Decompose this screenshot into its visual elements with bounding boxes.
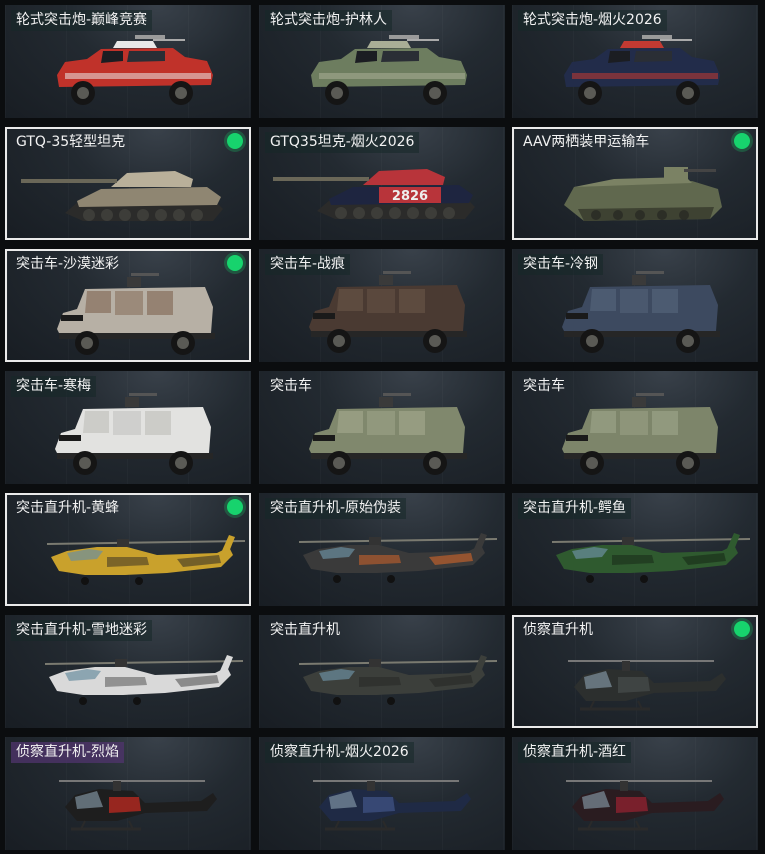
vehicle-skin-name: 突击直升机 (270, 622, 340, 638)
vehicle-skin-card[interactable]: AAV两栖装甲运输车 (512, 127, 758, 240)
svg-text:2826: 2826 (392, 189, 428, 204)
vehicle-skin-name: 突击车 (270, 378, 312, 394)
vehicle-skin-name: 突击直升机-雪地迷彩 (11, 620, 153, 641)
vehicle-skin-name: 轮式突击炮-烟火2026 (518, 10, 667, 31)
vehicle-skin-name: GTQ-35轻型坦克 (16, 134, 126, 150)
vehicle-skin-card[interactable]: 突击车 (259, 371, 505, 484)
vehicle-skin-card[interactable]: 轮式突击炮-护林人 (259, 5, 505, 118)
vehicle-skin-card[interactable]: 侦察直升机 (512, 615, 758, 728)
vehicle-skin-name: 侦察直升机-烈焰 (11, 742, 125, 763)
vehicle-skin-name: 侦察直升机-烟火2026 (265, 742, 414, 763)
owned-status-icon (734, 621, 750, 637)
vehicle-skin-card[interactable]: 突击直升机-原始伪装 (259, 493, 505, 606)
vehicle-skin-grid: 轮式突击炮-巅峰竞赛 轮式突击炮-护林人 轮式突击炮-烟火2026 GTQ-35… (0, 0, 765, 854)
vehicle-skin-name: 突击车-战痕 (265, 254, 351, 275)
vehicle-skin-card[interactable]: 侦察直升机-酒红 (512, 737, 758, 850)
vehicle-skin-name: 突击车-冷钢 (518, 254, 604, 275)
vehicle-skin-card[interactable]: 轮式突击炮-烟火2026 (512, 5, 758, 118)
owned-status-icon (227, 255, 243, 271)
vehicle-skin-card[interactable]: 突击直升机-鳄鱼 (512, 493, 758, 606)
vehicle-skin-card[interactable]: 突击车-沙漠迷彩 (5, 249, 251, 362)
vehicle-skin-name: 突击直升机-鳄鱼 (518, 498, 632, 519)
vehicle-skin-card[interactable]: 突击车-冷钢 (512, 249, 758, 362)
vehicle-skin-name: 轮式突击炮-巅峰竞赛 (11, 10, 153, 31)
owned-status-icon (227, 499, 243, 515)
vehicle-skin-name: 侦察直升机-酒红 (518, 742, 632, 763)
vehicle-skin-name: 侦察直升机 (523, 622, 593, 638)
vehicle-skin-card[interactable]: 2826 GTQ35坦克-烟火2026 (259, 127, 505, 240)
vehicle-skin-name: GTQ35坦克-烟火2026 (265, 132, 420, 153)
vehicle-skin-card[interactable]: 突击车-寒梅 (5, 371, 251, 484)
vehicle-skin-name: 轮式突击炮-护林人 (265, 10, 393, 31)
vehicle-skin-card[interactable]: 侦察直升机-烟火2026 (259, 737, 505, 850)
vehicle-skin-name: 突击车-沙漠迷彩 (16, 256, 120, 272)
vehicle-skin-card[interactable]: 突击车 (512, 371, 758, 484)
vehicle-skin-name: 突击直升机-黄蜂 (16, 500, 120, 516)
vehicle-skin-name: 突击直升机-原始伪装 (265, 498, 407, 519)
owned-status-icon (227, 133, 243, 149)
vehicle-skin-card[interactable]: GTQ-35轻型坦克 (5, 127, 251, 240)
vehicle-skin-card[interactable]: 突击直升机-雪地迷彩 (5, 615, 251, 728)
vehicle-skin-card[interactable]: 突击直升机 (259, 615, 505, 728)
owned-status-icon (734, 133, 750, 149)
vehicle-skin-card[interactable]: 轮式突击炮-巅峰竞赛 (5, 5, 251, 118)
vehicle-skin-name: 突击车-寒梅 (11, 376, 97, 397)
vehicle-skin-name: AAV两栖装甲运输车 (523, 134, 650, 150)
vehicle-skin-card[interactable]: 突击直升机-黄蜂 (5, 493, 251, 606)
vehicle-skin-card[interactable]: 侦察直升机-烈焰 (5, 737, 251, 850)
vehicle-skin-card[interactable]: 突击车-战痕 (259, 249, 505, 362)
vehicle-skin-name: 突击车 (523, 378, 565, 394)
